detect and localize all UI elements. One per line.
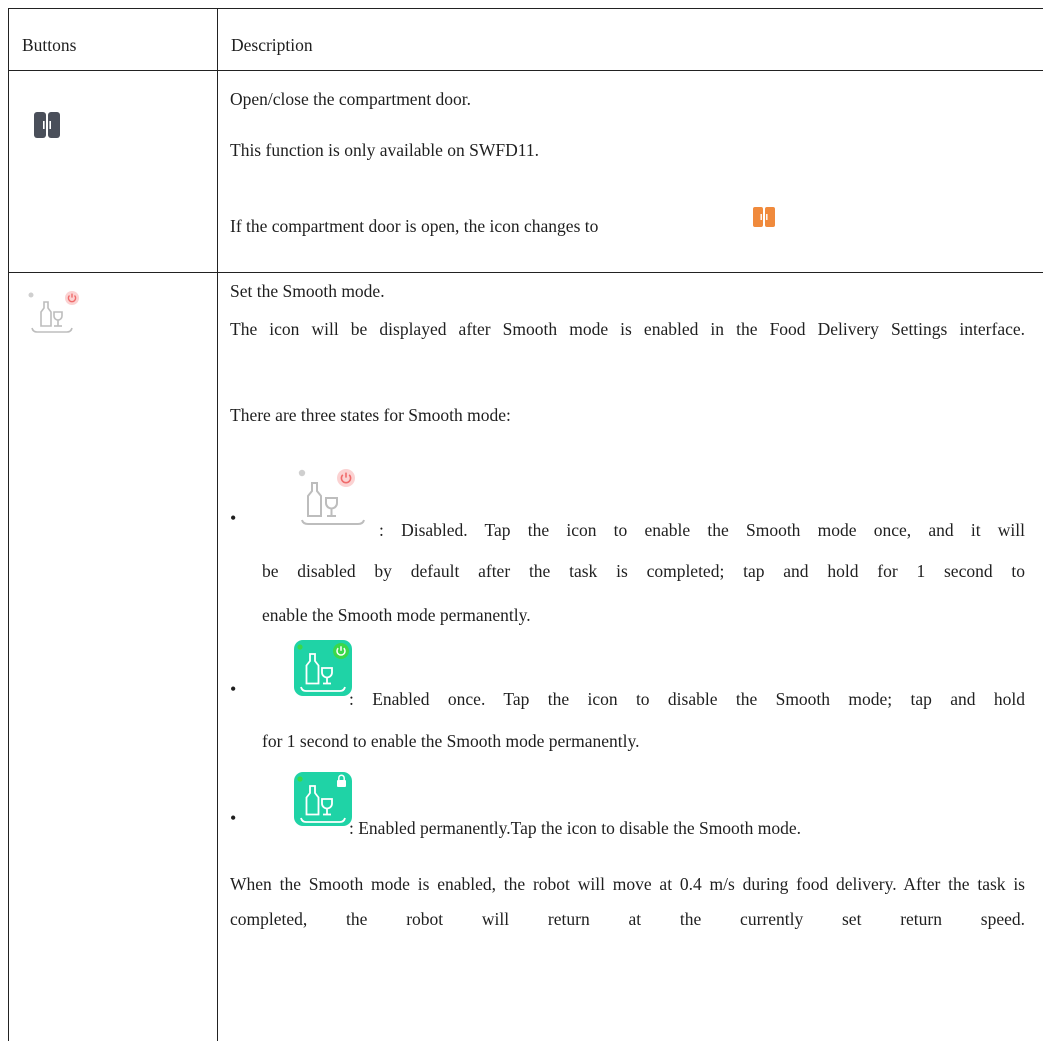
table-left-border [8,8,9,1041]
smooth-mode-enabled-permanently-icon [294,772,354,831]
row2-outro: When the Smooth mode is enabled, the rob… [230,874,1025,929]
row1-bottom-border [8,272,1043,273]
row2-intro-3: There are three states for Smooth mode: [230,405,511,425]
smooth-mode-enabled-once-icon [294,640,354,701]
row1-paragraph-2: This function is only available on SWFD1… [230,140,539,160]
state-enabled-once-line-1: : Enabled once. Tap the icon to disable … [349,689,1025,709]
state-disabled-line-1: : Disabled. Tap the icon to enable the S… [379,520,1025,540]
compartment-door-icon [34,112,60,143]
row1-paragraph-3: If the compartment door is open, the ico… [230,216,599,236]
row2-intro-2: The icon will be displayed after Smooth … [230,319,1025,339]
column-header-buttons: Buttons [22,35,77,55]
table-column-divider [217,8,218,1041]
smooth-mode-disabled-icon [294,465,376,530]
table-top-border [8,8,1043,9]
state-enabled-permanently-line-1: : Enabled permanently.Tap the icon to di… [349,818,802,838]
smooth-mode-icon [26,290,84,339]
bullet-enabled-once: • [230,679,237,699]
compartment-door-open-icon [753,207,775,232]
state-enabled-once-line-2: for 1 second to enable the Smooth mode p… [262,731,640,751]
state-disabled-line-3: enable the Smooth mode permanently. [262,605,531,625]
state-disabled-line-2: be disabled by default after the task is… [262,561,1025,581]
row2-intro-1: Set the Smooth mode. [230,281,385,301]
header-bottom-border [8,70,1043,71]
row1-paragraph-1: Open/close the compartment door. [230,89,472,109]
column-header-description: Description [231,35,313,55]
bullet-disabled: • [230,508,237,528]
bullet-enabled-permanently: • [230,808,237,828]
